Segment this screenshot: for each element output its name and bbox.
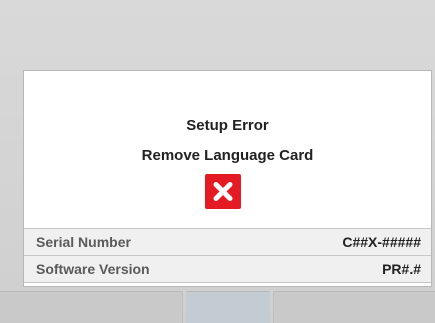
error-message: Remove Language Card [141, 147, 314, 164]
software-version-label: Software Version [36, 261, 150, 277]
serial-number-row: Serial Number C##X-##### [24, 228, 431, 255]
software-version-value: PR#.# [382, 261, 421, 277]
software-version-row: Software Version PR#.# [24, 255, 431, 283]
error-title: Setup Error [186, 117, 269, 134]
softkey-right[interactable] [273, 291, 435, 323]
error-x-icon [205, 174, 241, 209]
serial-number-value: C##X-##### [342, 234, 421, 250]
device-screen: Setup Error Remove Language Card Serial … [0, 0, 435, 323]
softkey-left[interactable] [0, 291, 183, 323]
softkey-center[interactable] [186, 291, 270, 323]
error-dialog: Setup Error Remove Language Card Serial … [23, 70, 432, 287]
serial-number-label: Serial Number [36, 234, 131, 250]
